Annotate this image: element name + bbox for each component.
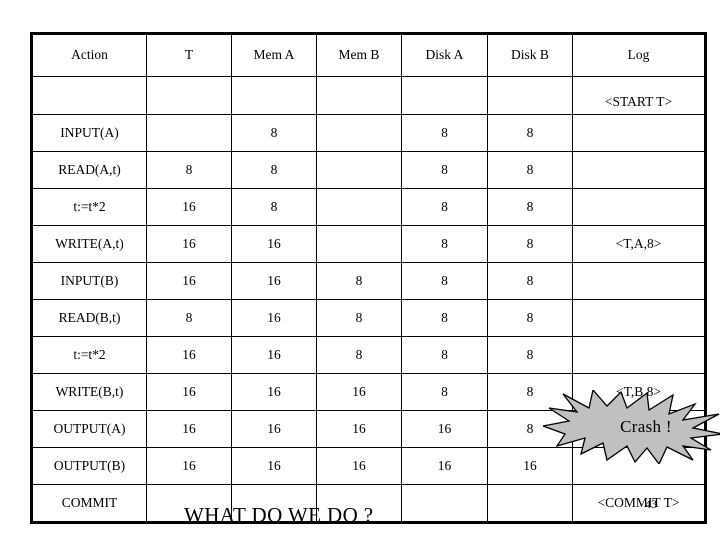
slide-canvas: Action T Mem A Mem B Disk A Disk B Log <START T… [0,0,720,540]
cell-mem-b: 16 [316,410,402,448]
cell-mem-a: 16 [231,299,317,337]
cell-action: t:=t*2 [31,336,147,374]
cell-disk-a: 16 [401,447,488,485]
column-header-mem-a: Mem A [231,33,317,77]
cell-log [572,188,706,226]
cell-disk-b: 8 [487,299,573,337]
cell-mem-a: 8 [231,114,317,152]
cell-mem-b: 8 [316,262,402,300]
cell-action: INPUT(A) [31,114,147,152]
cell-mem-a: 16 [231,410,317,448]
cell-disk-a: 8 [401,225,488,263]
cell-disk-a: 8 [401,114,488,152]
cell-action: COMMIT [31,484,147,523]
cell-t [146,114,232,152]
table-row: INPUT(A) 8 8 8 [31,114,706,152]
cell-disk-a: 8 [401,262,488,300]
cell-log [572,336,706,374]
table-row: INPUT(B) 16 16 8 8 8 [31,262,706,300]
cell-t: 16 [146,447,232,485]
table-row: READ(A,t) 8 8 8 8 [31,151,706,189]
cell-disk-a: 8 [401,151,488,189]
cell-action: t:=t*2 [31,188,147,226]
cell-mem-b: 16 [316,373,402,411]
table-row: t:=t*2 16 16 8 8 8 [31,336,706,374]
cell-mem-b [316,225,402,263]
column-header-log: Log [572,33,706,77]
cell-disk-b: 8 [487,262,573,300]
cell-mem-b [316,76,402,115]
cell-t: 16 [146,336,232,374]
table-row: READ(B,t) 8 16 8 8 8 [31,299,706,337]
cell-mem-a: 16 [231,373,317,411]
cell-mem-b: 16 [316,447,402,485]
cell-mem-b: 8 [316,336,402,374]
cell-action: INPUT(B) [31,262,147,300]
cell-action [31,76,147,115]
cell-action: OUTPUT(A) [31,410,147,448]
cell-disk-b: 8 [487,188,573,226]
page-number: 43 [645,497,657,511]
cell-log: <START T> [572,76,706,115]
column-header-action: Action [31,33,147,77]
cell-disk-b: 8 [487,225,573,263]
cell-mem-b [316,188,402,226]
cell-log [572,114,706,152]
cell-log [572,299,706,337]
cell-log [572,262,706,300]
cell-mem-a [231,76,317,115]
cell-mem-b [316,151,402,189]
cell-t: 16 [146,225,232,263]
cell-mem-a: 8 [231,151,317,189]
cell-mem-b [316,114,402,152]
table-header-row: Action T Mem A Mem B Disk A Disk B Log [31,33,706,77]
cell-disk-a: 8 [401,188,488,226]
cell-disk-b [487,76,573,115]
cell-disk-b: 8 [487,114,573,152]
cell-disk-b: 8 [487,151,573,189]
cell-action: OUTPUT(B) [31,447,147,485]
cell-disk-a [401,484,488,523]
cell-disk-a: 8 [401,299,488,337]
cell-mem-a: 16 [231,225,317,263]
caption-text: WHAT DO WE DO ? [184,503,374,527]
cell-log: <COMMIT T> [572,484,706,523]
cell-disk-b [487,484,573,523]
cell-log: <T,A,8> [572,225,706,263]
cell-mem-a: 16 [231,262,317,300]
cell-mem-a: 8 [231,188,317,226]
cell-t [146,76,232,115]
cell-action: READ(B,t) [31,299,147,337]
column-header-disk-a: Disk A [401,33,488,77]
cell-t: 16 [146,262,232,300]
cell-t: 8 [146,299,232,337]
cell-action: READ(A,t) [31,151,147,189]
cell-disk-a: 16 [401,410,488,448]
table-row: WRITE(A,t) 16 16 8 8 <T,A,8> [31,225,706,263]
cell-mem-a: 16 [231,447,317,485]
cell-t: 16 [146,373,232,411]
cell-t: 8 [146,151,232,189]
cell-action: WRITE(B,t) [31,373,147,411]
cell-mem-a: 16 [231,336,317,374]
table-row: <START T> [31,76,706,115]
column-header-mem-b: Mem B [316,33,402,77]
crash-label: Crash ! [620,417,672,436]
table-row: t:=t*2 16 8 8 8 [31,188,706,226]
cell-disk-b: 8 [487,336,573,374]
column-header-disk-b: Disk B [487,33,573,77]
column-header-t: T [146,33,232,77]
cell-t: 16 [146,188,232,226]
cell-disk-a [401,76,488,115]
cell-mem-b: 8 [316,299,402,337]
cell-log [572,151,706,189]
cell-t: 16 [146,410,232,448]
cell-disk-a: 8 [401,373,488,411]
cell-action: WRITE(A,t) [31,225,147,263]
cell-disk-a: 8 [401,336,488,374]
